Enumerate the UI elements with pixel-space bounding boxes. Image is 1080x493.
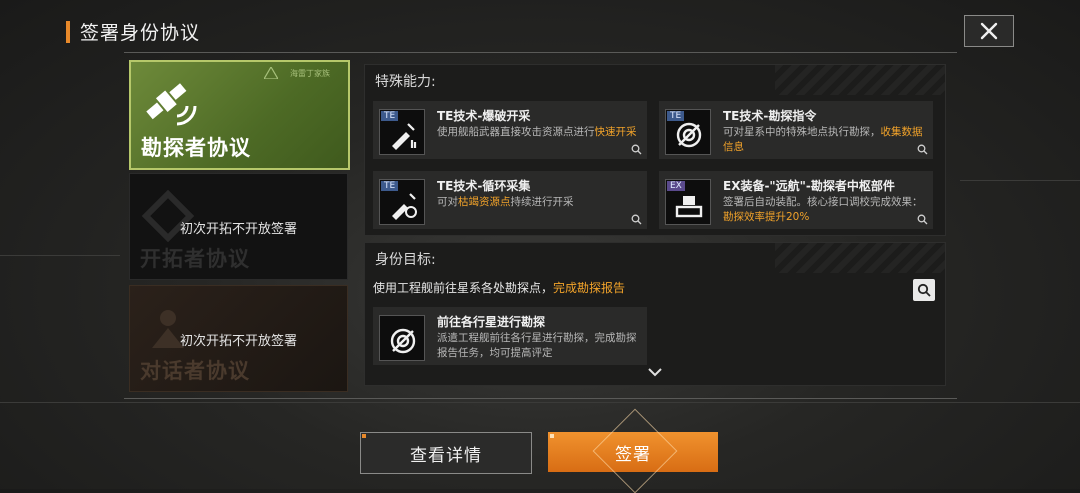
ability-desc: 可对星系中的特殊地点执行勘探，收集数据信息 <box>723 126 923 153</box>
hatch-decoration <box>775 65 945 95</box>
card-label: 对话者协议 <box>140 359 250 383</box>
frame-top-line <box>124 52 957 53</box>
task-title: 前往各行星进行勘探 <box>437 315 546 329</box>
search-icon[interactable] <box>631 144 642 155</box>
card-badge: 海雷丁家族 <box>290 69 330 78</box>
blasting-icon <box>392 123 417 150</box>
title-accent <box>66 20 70 43</box>
ability-desc: 可对枯竭资源点持续进行开采 <box>437 196 574 208</box>
close-icon <box>980 22 998 40</box>
bg-line <box>0 255 120 256</box>
frame-bottom-line <box>124 398 957 399</box>
page-title: 签署身份协议 <box>80 22 201 44</box>
lock-text: 初次开拓不开放签署 <box>179 222 297 237</box>
ability-title: TE技术-爆破开采 <box>437 109 531 123</box>
task-card[interactable]: 前往各行星进行勘探 派遣工程舰前往各行星进行勘探，完成勘探报告任务，均可提高评定 <box>373 307 647 365</box>
satellite-icon <box>146 83 197 126</box>
card-label: 勘探者协议 <box>141 136 251 160</box>
close-button[interactable] <box>964 15 1014 47</box>
chevron-down-icon[interactable] <box>647 367 663 377</box>
lock-text: 初次开拓不开放签署 <box>179 334 297 349</box>
section-title: 身份目标: <box>375 252 436 268</box>
equipment-icon <box>675 196 703 218</box>
task-icon-box <box>379 315 425 361</box>
section-title: 特殊能力: <box>375 74 436 90</box>
goal-section: 身份目标: 使用工程舰前往星系各处勘探点，完成勘探报告 前往各行星进行勘探 派遣… <box>364 242 946 386</box>
bg-line <box>0 402 1080 403</box>
ability-title: EX装备-"远航"-勘探者中枢部件 <box>723 179 895 193</box>
ability-desc: 签署后自动装配。核心接口调校完成效果：勘探效率提升20% <box>723 196 923 223</box>
corner-dot <box>550 434 554 438</box>
search-icon[interactable] <box>917 214 928 225</box>
page-header: 签署身份协议 <box>66 18 200 45</box>
radar-icon <box>676 122 702 148</box>
ability-icon-box: TE <box>665 109 711 155</box>
ability-desc: 使用舰船武器直接攻击资源点进行快速开采 <box>437 126 637 138</box>
details-panel: 特殊能力: TE TE技术-爆破开采 使用舰船武器直接攻击资源点进行快速开采 T… <box>364 64 946 394</box>
card-prospector[interactable]: 海雷丁家族 勘探者协议 <box>129 60 350 170</box>
card-label: 开拓者协议 <box>140 247 250 271</box>
ability-card[interactable]: TE TE技术-勘探指令 可对星系中的特殊地点执行勘探，收集数据信息 <box>659 101 933 159</box>
ability-title: TE技术-勘探指令 <box>723 109 817 123</box>
cycle-mining-icon <box>392 193 417 220</box>
radar-icon <box>390 328 416 354</box>
ability-title: TE技术-循环采集 <box>437 179 531 193</box>
search-icon[interactable] <box>917 144 928 155</box>
search-icon[interactable] <box>631 214 642 225</box>
family-logo-icon <box>264 67 278 79</box>
ability-card[interactable]: TE TE技术-爆破开采 使用舰船武器直接攻击资源点进行快速开采 <box>373 101 647 159</box>
bg-line <box>960 180 1080 181</box>
goal-search-button[interactable] <box>913 279 935 301</box>
ability-icon-box: TE <box>379 109 425 155</box>
sign-diamond-decoration <box>592 408 678 493</box>
ability-icon-box: EX <box>665 179 711 225</box>
hatch-decoration <box>775 243 945 273</box>
ability-card[interactable]: EX EX装备-"远航"-勘探者中枢部件 签署后自动装配。核心接口调校完成效果：… <box>659 171 933 229</box>
task-desc: 派遣工程舰前往各行星进行勘探，完成勘探报告任务，均可提高评定 <box>437 332 637 359</box>
ability-icon-box: TE <box>379 179 425 225</box>
card-pioneer[interactable]: 初次开拓不开放签署 开拓者协议 <box>129 173 348 280</box>
abilities-section: 特殊能力: TE TE技术-爆破开采 使用舰船武器直接攻击资源点进行快速开采 T… <box>364 64 946 236</box>
goal-text: 使用工程舰前往星系各处勘探点，完成勘探报告 <box>373 281 626 295</box>
ability-card[interactable]: TE TE技术-循环采集 可对枯竭资源点持续进行开采 <box>373 171 647 229</box>
view-details-button[interactable]: 查看详情 <box>360 432 532 474</box>
corner-dot <box>362 434 366 438</box>
card-interlocutor[interactable]: 初次开拓不开放签署 对话者协议 <box>129 285 348 392</box>
search-icon <box>917 283 931 297</box>
